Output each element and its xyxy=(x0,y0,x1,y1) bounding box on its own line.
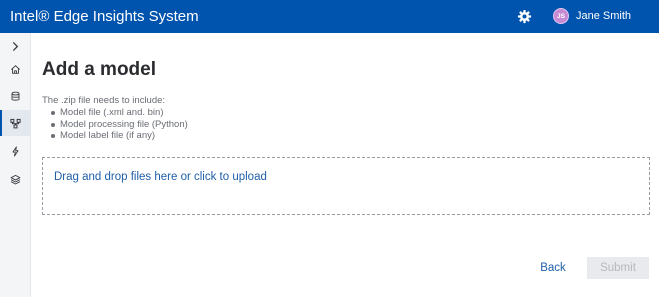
sidebar-item-layers[interactable] xyxy=(0,166,31,192)
sidebar xyxy=(0,33,31,297)
sidebar-item-models[interactable] xyxy=(0,110,31,136)
chevron-right-icon xyxy=(13,41,18,51)
layers-icon xyxy=(10,174,21,184)
app-title: Intel® Edge Insights System xyxy=(10,8,199,25)
list-item: Model processing file (Python) xyxy=(49,119,188,131)
upload-instructions: The .zip file needs to include: xyxy=(42,95,166,106)
database-icon xyxy=(11,91,20,101)
list-item: Model file (.xml and. bin) xyxy=(49,107,188,119)
back-button[interactable]: Back xyxy=(531,258,575,278)
sidebar-item-home[interactable] xyxy=(0,56,31,82)
file-dropzone[interactable]: Drag and drop files here or click to upl… xyxy=(42,157,650,215)
model-icon xyxy=(10,118,21,128)
dropzone-label[interactable]: Drag and drop files here or click to upl… xyxy=(54,171,267,183)
gear-icon[interactable] xyxy=(517,9,532,24)
user-name: Jane Smith xyxy=(576,10,632,22)
sidebar-item-data[interactable] xyxy=(0,83,31,109)
app-header: Intel® Edge Insights System JS Jane Smit… xyxy=(0,0,659,33)
list-item: Model label file (if any) xyxy=(49,130,188,142)
page-title: Add a model xyxy=(42,59,157,80)
home-icon xyxy=(11,64,20,74)
lightning-icon xyxy=(12,145,19,157)
user-menu[interactable]: JS Jane Smith xyxy=(553,8,631,24)
submit-button[interactable]: Submit xyxy=(587,257,649,279)
sidebar-item-actions[interactable] xyxy=(0,138,31,164)
avatar: JS xyxy=(553,8,569,24)
requirements-list: Model file (.xml and. bin) Model process… xyxy=(49,107,188,142)
main-content: Add a model The .zip file needs to inclu… xyxy=(31,33,659,297)
